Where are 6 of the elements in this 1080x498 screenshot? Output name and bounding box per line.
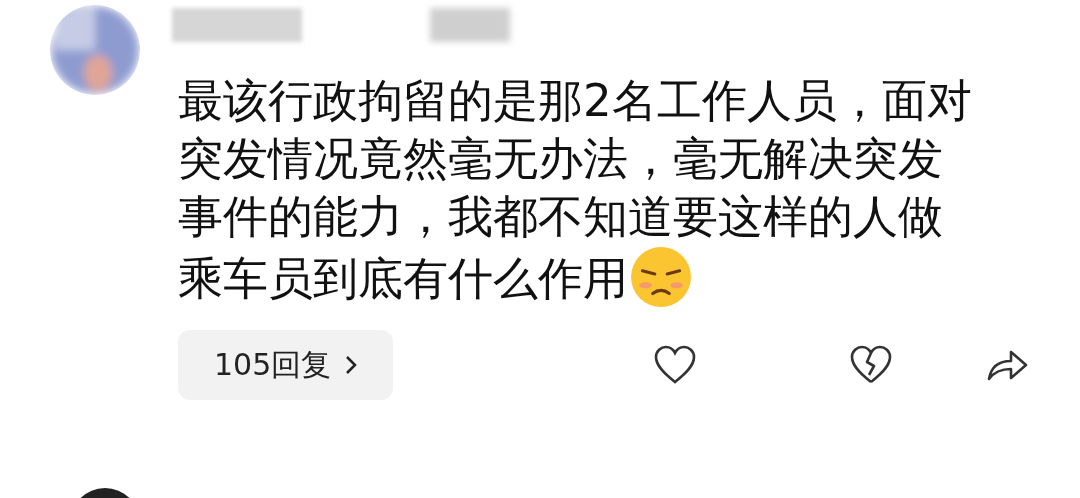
heart-icon[interactable]	[653, 345, 698, 385]
comment-text: 最该行政拘留的是那2名工作人员，面对突发情况竟然毫无办法，毫无解决突发事件的能力，我都不知道要这样的人做乘车员到底有什么作用	[178, 72, 979, 308]
broken-heart-icon[interactable]	[849, 345, 894, 385]
annoyed-emoji-icon	[630, 246, 692, 308]
replies-button[interactable]: 105回复	[178, 330, 394, 400]
chevron-right-icon	[345, 355, 358, 375]
